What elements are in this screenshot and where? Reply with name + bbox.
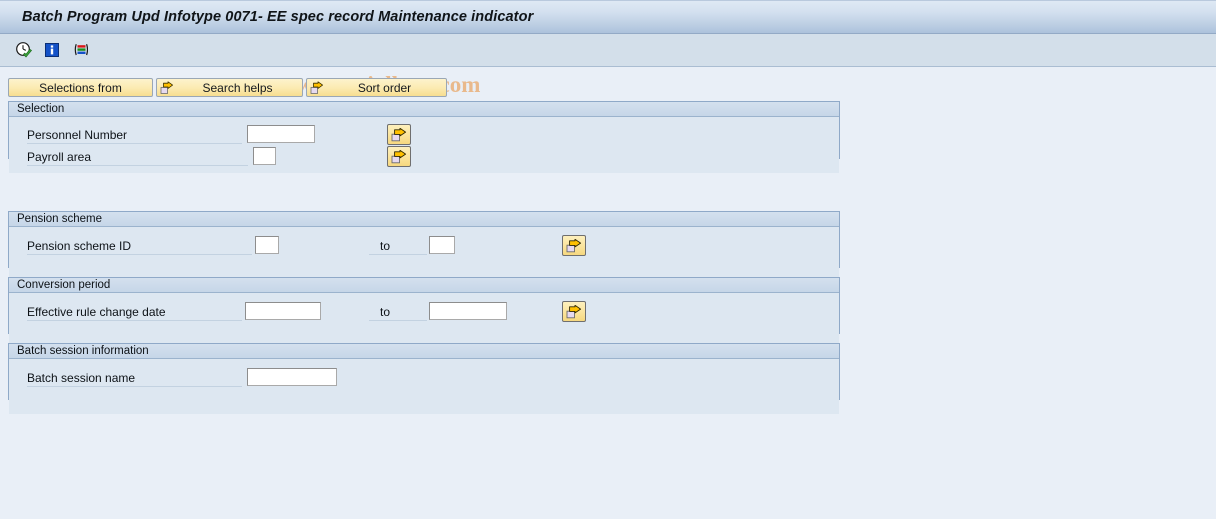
- tab-sort-order[interactable]: Sort order: [306, 78, 447, 97]
- form-row-pension-scheme-id: Pension scheme ID to: [9, 235, 839, 256]
- panel-conversion-period-body: Effective rule change date to: [9, 293, 839, 348]
- payroll-area-multiple-selection-button[interactable]: [387, 146, 411, 167]
- panel-batch-session-information-body: Batch session name: [9, 359, 839, 414]
- window-titlebar: Batch Program Upd Infotype 0071- EE spec…: [0, 0, 1216, 34]
- field-underline: [369, 320, 427, 321]
- effective-rule-change-date-label: Effective rule change date: [27, 305, 166, 319]
- panel-conversion-period-title: Conversion period: [9, 278, 839, 293]
- arrow-right-icon: [160, 81, 174, 95]
- field-underline: [27, 143, 242, 144]
- arrow-right-icon: [310, 81, 324, 95]
- personnel-number-multiple-selection-button[interactable]: [387, 124, 411, 145]
- batch-session-name-label: Batch session name: [27, 371, 136, 385]
- pension-scheme-id-from-input[interactable]: [255, 236, 279, 254]
- effective-rule-change-date-from-input[interactable]: [245, 302, 321, 320]
- batch-session-name-input[interactable]: [247, 368, 337, 386]
- panel-pension-scheme-body: Pension scheme ID to: [9, 227, 839, 282]
- panel-selection: Selection Personnel Number Payroll area: [8, 101, 840, 173]
- panel-pension-scheme: Pension scheme Pension scheme ID to: [8, 211, 840, 282]
- application-toolbar: © www.tutorialkart.com: [0, 34, 1216, 97]
- panel-pension-scheme-title: Pension scheme: [9, 212, 839, 227]
- field-underline: [27, 386, 242, 387]
- panel-batch-session-information: Batch session information Batch session …: [8, 343, 840, 414]
- tab-selections-from-label: Selections from: [39, 80, 122, 95]
- pension-scheme-id-to-input[interactable]: [429, 236, 455, 254]
- information-icon[interactable]: [42, 40, 62, 60]
- panel-selection-body: Personnel Number Payroll area: [9, 117, 839, 173]
- form-row-personnel-number: Personnel Number: [9, 124, 839, 145]
- tab-search-helps-label: Search helps: [202, 80, 273, 95]
- tab-sort-order-label: Sort order: [357, 80, 412, 95]
- selection-screen-tabs: Selections from Search helps Sort order: [8, 78, 450, 97]
- pension-scheme-id-multiple-selection-button[interactable]: [562, 235, 586, 256]
- pension-scheme-to-label: to: [380, 239, 391, 253]
- field-underline: [27, 254, 252, 255]
- execute-clock-check-icon[interactable]: [14, 40, 34, 60]
- tab-selections-from[interactable]: Selections from: [8, 78, 153, 97]
- toolbar-icon-group: [14, 40, 90, 60]
- variant-layout-icon[interactable]: [70, 40, 90, 60]
- form-row-payroll-area: Payroll area: [9, 146, 839, 167]
- personnel-number-label: Personnel Number: [27, 128, 128, 142]
- panel-selection-title: Selection: [9, 102, 839, 117]
- field-underline: [27, 165, 248, 166]
- effective-rule-change-date-to-input[interactable]: [429, 302, 507, 320]
- effective-rule-change-date-multiple-selection-button[interactable]: [562, 301, 586, 322]
- panel-batch-session-information-title: Batch session information: [9, 344, 839, 359]
- page-title: Batch Program Upd Infotype 0071- EE spec…: [22, 9, 534, 25]
- form-row-batch-session-name: Batch session name: [9, 368, 839, 388]
- tab-search-helps[interactable]: Search helps: [156, 78, 303, 97]
- pension-scheme-id-label: Pension scheme ID: [27, 239, 132, 253]
- panel-conversion-period: Conversion period Effective rule change …: [8, 277, 840, 348]
- payroll-area-label: Payroll area: [27, 150, 92, 164]
- form-row-effective-rule-change-date: Effective rule change date to: [9, 301, 839, 322]
- personnel-number-input[interactable]: [247, 125, 315, 143]
- payroll-area-input[interactable]: [253, 147, 276, 165]
- field-underline: [369, 254, 427, 255]
- field-underline: [27, 320, 242, 321]
- conversion-period-to-label: to: [380, 305, 391, 319]
